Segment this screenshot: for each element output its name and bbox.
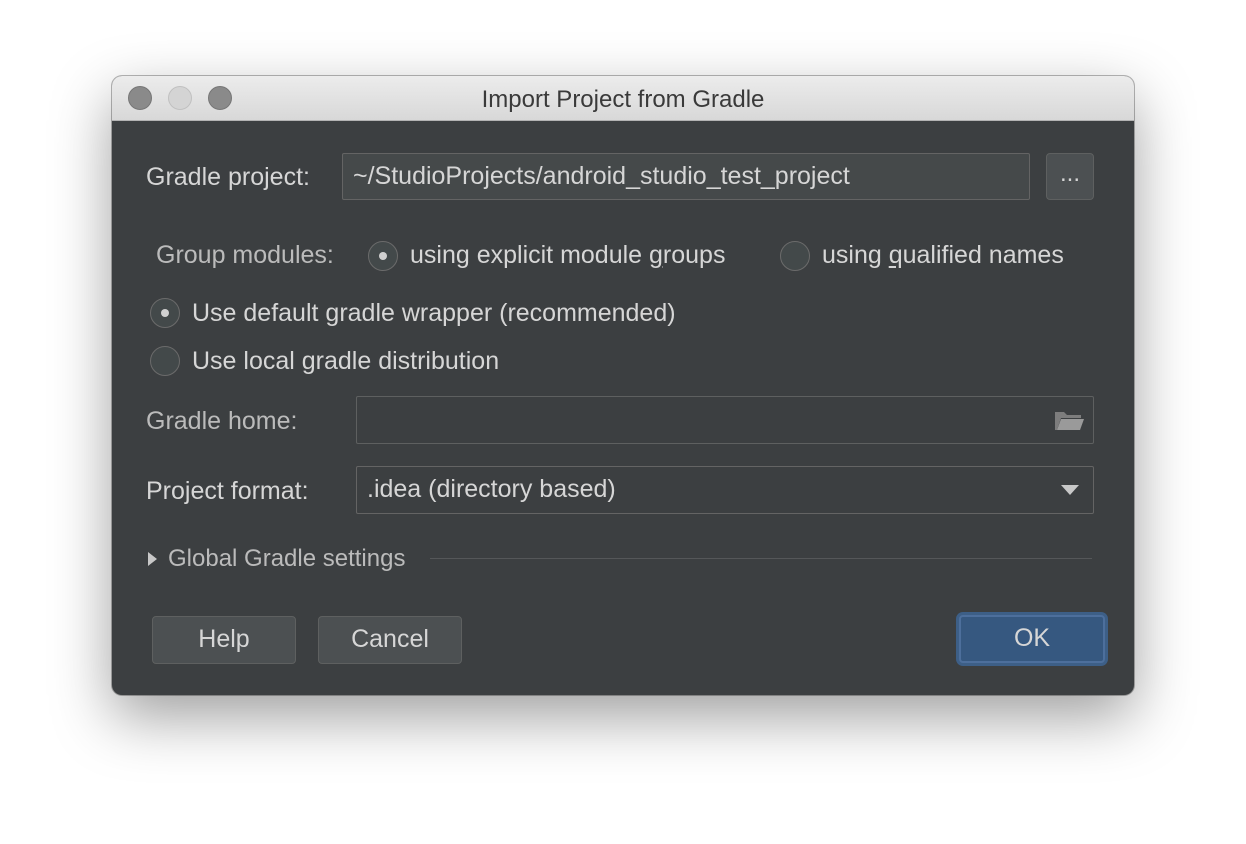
radio-selected-dot	[379, 252, 387, 260]
project-format-value: .idea (directory based)	[367, 475, 616, 503]
project-format-label: Project format:	[146, 477, 309, 505]
chevron-down-icon	[1061, 485, 1079, 495]
window-title: Import Project from Gradle	[481, 86, 765, 113]
project-format-dropdown[interactable]: .idea (directory based)	[356, 466, 1094, 514]
gradle-home-label: Gradle home:	[146, 407, 298, 435]
default-wrapper-label[interactable]: Use default gradle wrapper (recommended)	[192, 299, 676, 328]
radio-explicit-module-groups[interactable]	[368, 241, 398, 271]
radio-qualified-names[interactable]	[780, 241, 810, 271]
gradle-project-label: Gradle project:	[146, 163, 310, 191]
radio-local-distribution[interactable]	[150, 346, 180, 376]
folder-icon[interactable]	[1053, 408, 1085, 432]
settings-separator	[430, 558, 1092, 559]
cancel-button[interactable]: Cancel	[318, 616, 462, 664]
triangle-right-icon[interactable]	[148, 552, 157, 566]
title-bar: Import Project from Gradle	[112, 76, 1134, 121]
ok-button[interactable]: OK	[959, 615, 1105, 663]
gradle-project-field[interactable]: ~/StudioProjects/android_studio_test_pro…	[342, 153, 1030, 200]
import-gradle-dialog: Import Project from Gradle Gradle projec…	[112, 76, 1134, 695]
group-modules-label: Group modules:	[156, 241, 334, 269]
explicit-module-groups-label[interactable]: using explicit module groups	[410, 241, 725, 270]
gradle-home-field[interactable]	[356, 396, 1094, 444]
radio-selected-dot	[161, 309, 169, 317]
help-button[interactable]: Help	[152, 616, 296, 664]
global-gradle-settings-toggle[interactable]: Global Gradle settings	[168, 545, 405, 573]
qualified-names-label[interactable]: using qualified names	[822, 241, 1064, 270]
local-distribution-label[interactable]: Use local gradle distribution	[192, 347, 499, 376]
radio-default-wrapper[interactable]	[150, 298, 180, 328]
browse-button[interactable]: ...	[1046, 153, 1094, 200]
